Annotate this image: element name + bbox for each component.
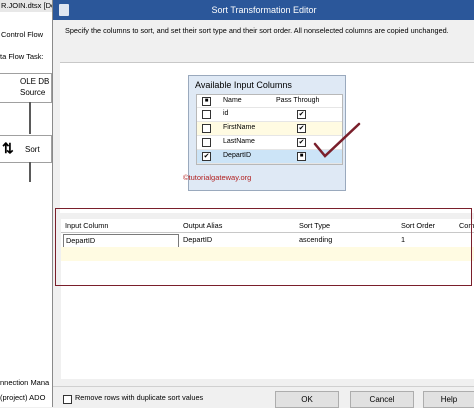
select-checkbox[interactable] <box>202 110 211 119</box>
designer-background <box>0 0 58 407</box>
file-tab[interactable]: R.JOIN.dtsx [Des <box>1 1 59 10</box>
select-checkbox-checked[interactable]: ✔ <box>202 152 211 161</box>
pass-through-header: Pass Through <box>276 97 320 104</box>
ole-db-source-label-1: OLE DB <box>20 77 50 86</box>
column-name: DepartID <box>223 152 252 159</box>
flow-connector <box>29 102 31 134</box>
available-input-columns-title: Available Input Columns <box>195 80 292 90</box>
column-name: id <box>223 110 229 117</box>
dialog-title: Sort Transformation Editor <box>211 5 317 15</box>
instructions-text: Specify the columns to sort, and set the… <box>65 26 449 35</box>
pass-through-checkbox[interactable]: ✔ <box>297 110 306 119</box>
sort-label: Sort <box>25 145 40 154</box>
input-columns-header: ■ Name Pass Through <box>197 95 342 108</box>
column-name: LastName <box>223 138 255 145</box>
watermark-text: ©tutorialgateway.org <box>183 173 252 182</box>
project-connection[interactable]: (project) ADO <box>0 393 45 402</box>
select-checkbox[interactable] <box>202 124 211 133</box>
control-flow-tab[interactable]: Control Flow <box>1 30 43 39</box>
sort-transformation-dialog: Sort Transformation Editor Specify the c… <box>52 0 474 408</box>
dialog-footer: Remove rows with duplicate sort values O… <box>53 386 474 408</box>
pass-through-checkbox[interactable]: ✔ <box>297 124 306 133</box>
ok-button[interactable]: OK <box>275 391 339 408</box>
remove-duplicates-label: Remove rows with duplicate sort values <box>75 393 204 402</box>
help-button[interactable]: Help <box>423 391 474 408</box>
annotation-checkmark <box>313 122 361 158</box>
sort-arrows-icon: ⇅ <box>2 140 14 156</box>
name-header: Name <box>223 97 242 104</box>
select-all-checkbox[interactable]: ■ <box>202 97 211 106</box>
ole-db-source-label-2: Source <box>20 88 46 97</box>
pass-through-checkbox[interactable]: ✔ <box>297 138 306 147</box>
flow-connector-2 <box>29 162 31 182</box>
connection-manager-tab[interactable]: nnection Mana <box>0 378 49 387</box>
column-name: FirstName <box>223 124 256 131</box>
annotation-highlight-box <box>55 208 472 286</box>
cancel-button[interactable]: Cancel <box>350 391 414 408</box>
select-checkbox[interactable] <box>202 138 211 147</box>
pass-through-checkbox[interactable]: ■ <box>297 152 306 161</box>
data-flow-task-label: ta Flow Task: <box>0 52 44 61</box>
remove-duplicates-checkbox[interactable] <box>63 395 72 404</box>
